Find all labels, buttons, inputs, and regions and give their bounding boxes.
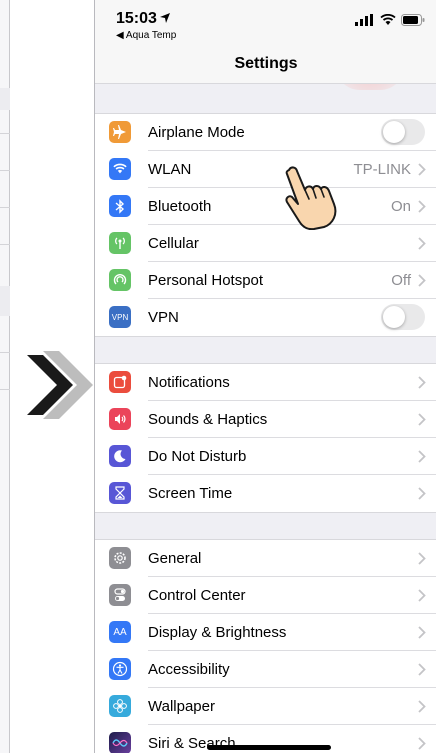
vpn-icon: VPN <box>109 306 131 328</box>
tap-hand-icon <box>285 166 337 230</box>
chevron-right-icon <box>418 200 426 213</box>
row-label: Wallpaper <box>148 698 215 715</box>
chevron-right-icon <box>418 626 426 639</box>
settings-row-display-brightness[interactable]: AA Display & Brightness <box>95 614 436 651</box>
row-label: VPN <box>148 309 179 326</box>
speaker-icon <box>109 408 131 430</box>
settings-row-screen-time[interactable]: Screen Time <box>95 475 436 512</box>
status-bar: 15:03 ◀ Aqua Temp <box>95 0 436 48</box>
strip-divider <box>0 170 10 171</box>
settings-row-control-center[interactable]: Control Center <box>95 577 436 614</box>
settings-row-personal-hotspot[interactable]: Personal Hotspot Off <box>95 262 436 299</box>
location-arrow-icon <box>160 13 170 23</box>
moon-icon <box>109 445 131 467</box>
chevron-right-icon <box>418 737 426 750</box>
settings-row-do-not-disturb[interactable]: Do Not Disturb <box>95 438 436 475</box>
row-label: Display & Brightness <box>148 624 287 641</box>
vpn-toggle[interactable] <box>381 304 425 330</box>
chevron-right-icon <box>418 700 426 713</box>
settings-row-notifications[interactable]: Notifications <box>95 364 436 401</box>
chevron-right-icon <box>418 413 426 426</box>
strip-divider <box>0 389 10 390</box>
cellular-icon <box>109 232 131 254</box>
battery-icon <box>401 14 425 26</box>
row-value: Off <box>391 272 411 289</box>
row-label: General <box>148 550 202 567</box>
chevron-right-icon <box>418 376 426 389</box>
status-icons <box>355 14 425 26</box>
settings-row-accessibility[interactable]: Accessibility <box>95 651 436 688</box>
row-value: On <box>390 198 411 215</box>
accessibility-icon <box>109 658 131 680</box>
chevron-right-icon <box>418 589 426 602</box>
settings-group-connectivity: Airplane Mode WLAN TP-LINK Bluetooth On <box>95 113 436 337</box>
settings-row-wlan[interactable]: WLAN TP-LINK <box>95 151 436 188</box>
strip-divider <box>0 133 10 134</box>
row-label: Bluetooth <box>148 198 212 215</box>
strip-band <box>0 88 10 110</box>
hourglass-icon <box>109 482 131 504</box>
settings-row-vpn[interactable]: VPN VPN <box>95 299 436 336</box>
settings-group-general: General Control Center AA Display & Brig… <box>95 539 436 753</box>
home-indicator[interactable] <box>207 745 331 750</box>
settings-group-notifications: Notifications Sounds & Haptics Do Not Di… <box>95 363 436 513</box>
airplane-mode-toggle[interactable] <box>381 119 425 145</box>
row-label: Cellular <box>148 235 199 252</box>
row-value: TP-LINK <box>353 161 411 178</box>
flower-icon <box>109 695 131 717</box>
signal-icon <box>355 14 373 26</box>
strip-band <box>0 286 10 316</box>
wifi-icon <box>109 158 131 180</box>
toggles-icon <box>109 584 131 606</box>
chevron-right-icon <box>418 450 426 463</box>
airplane-icon <box>109 121 131 143</box>
bluetooth-icon <box>109 195 131 217</box>
strip-divider <box>0 244 10 245</box>
settings-row-sounds-haptics[interactable]: Sounds & Haptics <box>95 401 436 438</box>
phone-screen: 15:03 ◀ Aqua Temp Settings Airplane Mode… <box>94 0 436 753</box>
row-label: WLAN <box>148 161 192 178</box>
strip-divider <box>0 352 10 353</box>
row-label: Sounds & Haptics <box>148 411 268 428</box>
wifi-status-icon <box>380 14 396 25</box>
text-size-icon: AA <box>109 621 131 643</box>
chevron-right-icon <box>418 487 426 500</box>
settings-row-airplane-mode[interactable]: Airplane Mode <box>95 114 436 151</box>
page-title: Settings <box>95 48 436 84</box>
row-label: Notifications <box>148 374 230 391</box>
strip-divider <box>0 207 10 208</box>
chevron-right-icon <box>418 552 426 565</box>
settings-row-cellular[interactable]: Cellular <box>95 225 436 262</box>
row-label: Accessibility <box>148 661 230 678</box>
row-label: Personal Hotspot <box>148 272 264 289</box>
status-time: 15:03 <box>116 10 157 27</box>
gear-icon <box>109 547 131 569</box>
settings-row-wallpaper[interactable]: Wallpaper <box>95 688 436 725</box>
notifications-icon <box>109 371 131 393</box>
siri-icon <box>109 732 131 753</box>
row-label: Airplane Mode <box>148 124 245 141</box>
row-label: Do Not Disturb <box>148 448 247 465</box>
row-label: Control Center <box>148 587 246 604</box>
settings-row-general[interactable]: General <box>95 540 436 577</box>
screenshot-canvas: 15:03 ◀ Aqua Temp Settings Airplane Mode… <box>0 0 436 753</box>
next-arrow-icon <box>27 351 93 419</box>
back-to-app-link[interactable]: ◀ Aqua Temp <box>116 30 176 41</box>
chevron-right-icon <box>418 237 426 250</box>
hotspot-icon <box>109 269 131 291</box>
row-label: Screen Time <box>148 485 233 502</box>
settings-row-bluetooth[interactable]: Bluetooth On <box>95 188 436 225</box>
chevron-right-icon <box>418 163 426 176</box>
previous-screen-strip <box>0 0 10 753</box>
chevron-right-icon <box>418 663 426 676</box>
chevron-right-icon <box>418 274 426 287</box>
